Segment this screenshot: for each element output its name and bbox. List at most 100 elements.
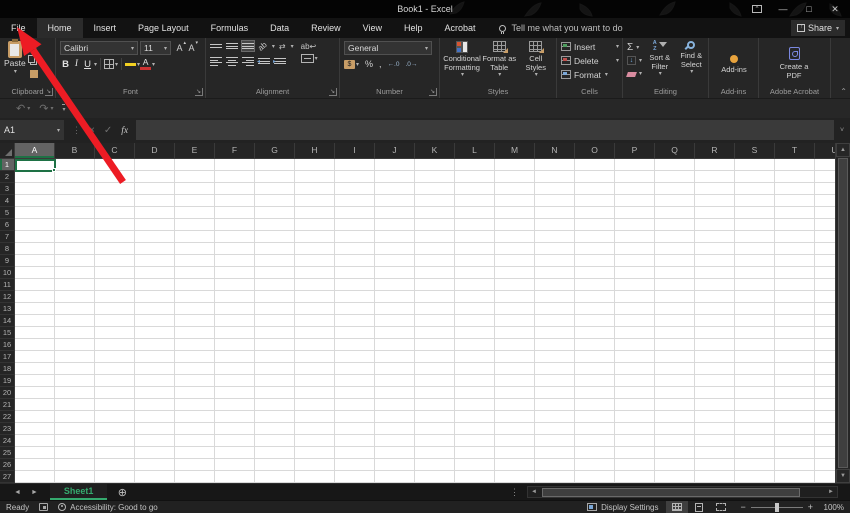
tab-splitter-grip[interactable]: ⋮ bbox=[510, 484, 519, 500]
percent-style-button[interactable]: % bbox=[365, 59, 373, 69]
fill-button[interactable]: ↓ ▾ bbox=[627, 55, 642, 66]
format-cells-button[interactable]: Format ▾ bbox=[561, 68, 619, 81]
column-header-k[interactable]: K bbox=[415, 143, 455, 158]
row-header-6[interactable]: 6 bbox=[0, 219, 14, 231]
clear-button[interactable]: ▾ bbox=[626, 68, 642, 79]
increase-decimal-button[interactable]: ←.0 bbox=[388, 61, 400, 68]
accessibility-status[interactable]: Accessibility: Good to go bbox=[58, 503, 158, 512]
underline-button[interactable]: U bbox=[82, 59, 93, 70]
row-header-20[interactable]: 20 bbox=[0, 387, 14, 399]
font-name-combo[interactable]: Calibri ▾ bbox=[60, 41, 138, 55]
increase-indent-button[interactable]: ▸ bbox=[273, 56, 286, 66]
wrap-text-button[interactable]: ab↩ bbox=[301, 42, 317, 51]
insert-function-button[interactable]: fx bbox=[121, 126, 128, 136]
column-header-f[interactable]: F bbox=[215, 143, 255, 158]
grid-row-19[interactable] bbox=[15, 375, 835, 387]
column-header-r[interactable]: R bbox=[695, 143, 735, 158]
cut-button[interactable]: ✂ bbox=[30, 43, 43, 53]
scroll-right-button[interactable]: ► bbox=[825, 489, 837, 495]
column-header-a[interactable]: A bbox=[15, 143, 55, 158]
grid-row-8[interactable] bbox=[15, 243, 835, 255]
row-header-22[interactable]: 22 bbox=[0, 411, 14, 423]
enter-button[interactable]: ✓ bbox=[104, 125, 112, 136]
redo-button[interactable]: ↷ ▾ bbox=[39, 102, 53, 115]
grid-row-4[interactable] bbox=[15, 195, 835, 207]
share-button[interactable]: ↑ Share ▾ bbox=[790, 20, 845, 36]
cancel-button[interactable]: × bbox=[89, 125, 95, 136]
align-right-button[interactable] bbox=[242, 55, 254, 68]
tab-formulas[interactable]: Formulas bbox=[200, 18, 260, 38]
grid-row-17[interactable] bbox=[15, 351, 835, 363]
font-color-dropdown[interactable]: ▾ bbox=[152, 61, 155, 68]
create-pdf-button[interactable]: Create a PDF bbox=[763, 47, 825, 80]
number-dialog-launcher[interactable]: ↘ bbox=[429, 88, 437, 96]
grid-row-10[interactable] bbox=[15, 267, 835, 279]
text-direction-button[interactable]: ⇄ bbox=[279, 42, 286, 51]
clipboard-dialog-launcher[interactable]: ↘ bbox=[45, 88, 53, 96]
namebox-splitter[interactable]: ⋮ bbox=[72, 125, 81, 136]
column-header-b[interactable]: B bbox=[55, 143, 95, 158]
display-settings-button[interactable]: Display Settings bbox=[587, 503, 658, 512]
zoom-slider[interactable] bbox=[750, 502, 803, 512]
row-header-26[interactable]: 26 bbox=[0, 459, 14, 471]
expand-formula-bar-button[interactable]: ˅ bbox=[834, 118, 850, 143]
row-header-23[interactable]: 23 bbox=[0, 423, 14, 435]
borders-button[interactable] bbox=[104, 59, 115, 69]
sheet-cells[interactable] bbox=[15, 159, 835, 483]
row-header-18[interactable]: 18 bbox=[0, 363, 14, 375]
grid-row-15[interactable] bbox=[15, 327, 835, 339]
next-sheet-button[interactable]: ► bbox=[31, 489, 38, 496]
horizontal-scroll-thumb[interactable] bbox=[542, 487, 800, 497]
fill-color-button[interactable] bbox=[125, 62, 137, 66]
row-header-1[interactable]: 1 bbox=[0, 159, 14, 171]
row-header-7[interactable]: 7 bbox=[0, 231, 14, 243]
grid-row-14[interactable] bbox=[15, 315, 835, 327]
comma-style-button[interactable]: , bbox=[379, 59, 382, 69]
alignment-dialog-launcher[interactable]: ↘ bbox=[329, 88, 337, 96]
macro-record-icon[interactable] bbox=[39, 503, 49, 511]
zoom-in-button[interactable]: + bbox=[808, 502, 813, 512]
normal-view-button[interactable] bbox=[666, 500, 689, 513]
number-format-combo[interactable]: General ▾ bbox=[344, 41, 432, 55]
bold-button[interactable]: B bbox=[60, 59, 71, 70]
copy-button[interactable]: ▾ bbox=[27, 55, 43, 66]
top-align-button[interactable] bbox=[210, 42, 222, 50]
grid-row-23[interactable] bbox=[15, 423, 835, 435]
grid-row-16[interactable] bbox=[15, 339, 835, 351]
conditional-formatting-button[interactable]: Conditional Formatting ▾ bbox=[443, 41, 481, 86]
active-cell-a1[interactable] bbox=[15, 159, 56, 172]
column-header-o[interactable]: O bbox=[575, 143, 615, 158]
tab-help[interactable]: Help bbox=[393, 18, 434, 38]
tab-home[interactable]: Home bbox=[36, 18, 83, 38]
scroll-down-button[interactable]: ▼ bbox=[836, 469, 850, 483]
increase-font-size-button[interactable]: A ▴ bbox=[176, 40, 186, 53]
grid-row-7[interactable] bbox=[15, 231, 835, 243]
zoom-level[interactable]: 100% bbox=[818, 503, 844, 512]
minimize-button[interactable]: — bbox=[770, 0, 796, 18]
font-dialog-launcher[interactable]: ↘ bbox=[195, 88, 203, 96]
grid-row-1[interactable] bbox=[15, 159, 835, 171]
row-header-16[interactable]: 16 bbox=[0, 339, 14, 351]
ribbon-display-options-button[interactable]: ^ bbox=[744, 0, 770, 18]
row-header-3[interactable]: 3 bbox=[0, 183, 14, 195]
column-header-l[interactable]: L bbox=[455, 143, 495, 158]
grid-row-9[interactable] bbox=[15, 255, 835, 267]
maximize-button[interactable]: □ bbox=[796, 0, 822, 18]
column-header-g[interactable]: G bbox=[255, 143, 295, 158]
column-header-e[interactable]: E bbox=[175, 143, 215, 158]
orientation-dropdown[interactable]: ▾ bbox=[272, 43, 275, 50]
grid-row-25[interactable] bbox=[15, 447, 835, 459]
grid-row-11[interactable] bbox=[15, 279, 835, 291]
fill-handle[interactable] bbox=[52, 168, 56, 172]
vertical-scrollbar[interactable]: ▲ ▼ bbox=[835, 143, 850, 483]
zoom-out-button[interactable]: − bbox=[740, 502, 745, 512]
center-button[interactable] bbox=[226, 55, 238, 68]
row-header-19[interactable]: 19 bbox=[0, 375, 14, 387]
column-header-u[interactable]: U bbox=[815, 143, 835, 158]
column-header-n[interactable]: N bbox=[535, 143, 575, 158]
close-button[interactable]: ✕ bbox=[822, 0, 848, 18]
row-header-21[interactable]: 21 bbox=[0, 399, 14, 411]
vertical-scroll-thumb[interactable] bbox=[838, 158, 848, 468]
column-header-t[interactable]: T bbox=[775, 143, 815, 158]
tab-view[interactable]: View bbox=[352, 18, 393, 38]
